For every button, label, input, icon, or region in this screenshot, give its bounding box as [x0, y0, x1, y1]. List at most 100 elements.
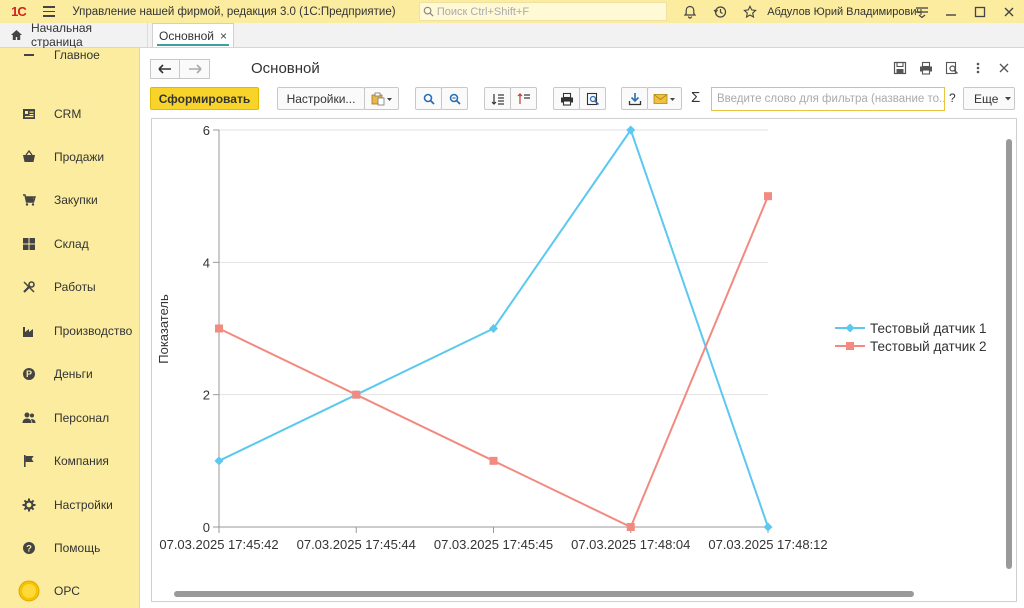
page-title: Основной — [251, 60, 320, 77]
tab-home[interactable]: Начальная страница — [0, 21, 148, 49]
tab-bar: Начальная страница Основной × — [0, 21, 1024, 49]
print-icon[interactable] — [916, 59, 936, 77]
sidebar-item-money[interactable]: P Деньги — [0, 359, 139, 389]
settings-menu-icon[interactable] — [907, 0, 936, 23]
filter-input[interactable]: Введите слово для фильтра (название то..… — [711, 87, 945, 111]
sidebar-item-warehouse[interactable]: Склад — [0, 229, 139, 259]
people-icon — [22, 411, 36, 425]
sidebar-item-settings[interactable]: Настройки — [0, 490, 139, 520]
find-button[interactable] — [415, 87, 442, 110]
x-tick-label: 07.03.2025 17:45:45 — [434, 537, 553, 552]
data-point-diamond — [214, 456, 224, 466]
variants-icon — [371, 92, 392, 105]
close-icon[interactable] — [995, 0, 1024, 23]
print-preview-button[interactable] — [579, 87, 606, 110]
sidebar-item-sales[interactable]: Продажи — [0, 142, 139, 172]
sidebar-item-label: Компания — [54, 454, 109, 468]
print-button[interactable] — [553, 87, 580, 110]
y-tick-label: 0 — [203, 520, 210, 535]
sidebar-item-label: Закупки — [54, 193, 98, 207]
sidebar-item-help[interactable]: ? Помощь — [0, 533, 139, 563]
history-icon[interactable] — [705, 0, 735, 23]
arrow-left-icon — [158, 64, 171, 74]
sidebar: Главное CRM Продажи Закупки Склад Работы… — [0, 48, 140, 608]
main-content: Основной Сформировать Настройки... Σ Вве… — [141, 48, 1024, 608]
envelope-icon — [653, 93, 675, 104]
sidebar-item-crm[interactable]: CRM — [0, 99, 139, 129]
factory-icon — [22, 324, 36, 338]
forward-button[interactable] — [180, 59, 210, 79]
sidebar-item-label: Производство — [54, 324, 133, 338]
sidebar-item-label: Работы — [54, 280, 96, 294]
tab-main-label: Основной — [159, 28, 215, 43]
search-next-icon — [449, 93, 461, 105]
x-tick-label: 07.03.2025 17:45:42 — [159, 537, 278, 552]
y-axis-label: Показатель — [156, 294, 171, 364]
settings-button[interactable]: Настройки... — [277, 87, 365, 110]
tab-close-icon[interactable]: × — [220, 29, 227, 43]
data-point-square — [626, 523, 635, 531]
sidebar-item-label: Главное — [54, 48, 100, 62]
help-icon: ? — [22, 541, 36, 555]
legend-marker-square — [846, 342, 854, 350]
tools-icon — [22, 280, 36, 294]
gear-icon — [22, 498, 36, 512]
sidebar-item-label: Продажи — [54, 150, 105, 164]
star-icon[interactable] — [735, 0, 765, 23]
bell-icon[interactable] — [675, 0, 705, 23]
chart-legend: Тестовый датчик 1 Тестовый датчик 2 — [835, 321, 986, 354]
legend-label: Тестовый датчик 2 — [870, 339, 986, 354]
save-file-button[interactable] — [621, 87, 648, 110]
sidebar-item-label: Помощь — [54, 541, 101, 555]
legend-marker-diamond — [845, 323, 855, 333]
global-search-input[interactable]: Поиск Ctrl+Shift+F — [418, 2, 668, 21]
x-tick-label: 07.03.2025 17:48:12 — [708, 537, 827, 552]
filter-help-button[interactable]: ? — [949, 91, 956, 105]
sidebar-item-works[interactable]: Работы — [0, 272, 139, 302]
vertical-scroll-thumb[interactable] — [1006, 139, 1012, 569]
data-point-square — [489, 456, 498, 465]
preview-icon[interactable] — [942, 59, 962, 77]
sidebar-item-orc[interactable]: ОРС — [0, 576, 139, 606]
arrow-right-icon — [188, 64, 202, 74]
user-name[interactable]: Абдулов Юрий Владимирович — [767, 6, 922, 18]
find-next-button[interactable] — [441, 87, 468, 110]
save-icon[interactable] — [890, 59, 910, 77]
collapse-groups-icon — [491, 93, 504, 105]
command-bar: Сформировать Настройки... Σ Введите слов… — [150, 87, 1016, 111]
data-point-square — [215, 324, 223, 333]
nav-buttons — [150, 58, 210, 80]
sidebar-item-purchases[interactable]: Закупки — [0, 185, 139, 215]
y-tick-label: 4 — [203, 255, 210, 270]
collapse-groups-button[interactable] — [484, 87, 511, 110]
variants-dropdown-button[interactable] — [364, 87, 399, 110]
sidebar-item-label: Склад — [54, 237, 89, 251]
sidebar-item-label: ОРС — [54, 584, 80, 598]
horizontal-scroll-thumb[interactable] — [174, 591, 914, 597]
close-form-icon[interactable] — [994, 59, 1014, 77]
search-placeholder: Поиск Ctrl+Shift+F — [436, 5, 530, 18]
minimize-icon[interactable] — [936, 0, 965, 23]
vertical-scrollbar[interactable] — [1005, 129, 1013, 589]
tab-main[interactable]: Основной × — [152, 23, 235, 47]
sidebar-item-production[interactable]: Производство — [0, 316, 139, 346]
data-point-square — [352, 390, 361, 399]
generate-button[interactable]: Сформировать — [150, 87, 259, 110]
title-bar: 1С Управление нашей фирмой, редакция 3.0… — [0, 0, 1024, 23]
sum-icon[interactable]: Σ — [691, 89, 700, 106]
more-button[interactable]: Еще — [963, 87, 1015, 110]
svg-text:P: P — [26, 369, 32, 379]
sidebar-item-staff[interactable]: Персонал — [0, 403, 139, 433]
home-icon — [10, 29, 22, 40]
expand-groups-button[interactable] — [510, 87, 537, 110]
more-vertical-icon[interactable] — [968, 59, 988, 77]
crm-icon — [22, 107, 36, 121]
back-button[interactable] — [150, 59, 180, 79]
sidebar-item-home[interactable]: Главное — [0, 48, 139, 70]
x-tick-label: 07.03.2025 17:48:04 — [571, 537, 690, 552]
horizontal-scrollbar[interactable] — [162, 590, 1002, 598]
send-mail-dropdown-button[interactable] — [647, 87, 682, 110]
chevron-down-icon — [1005, 96, 1012, 100]
sidebar-item-company[interactable]: Компания — [0, 446, 139, 476]
maximize-icon[interactable] — [966, 0, 995, 23]
